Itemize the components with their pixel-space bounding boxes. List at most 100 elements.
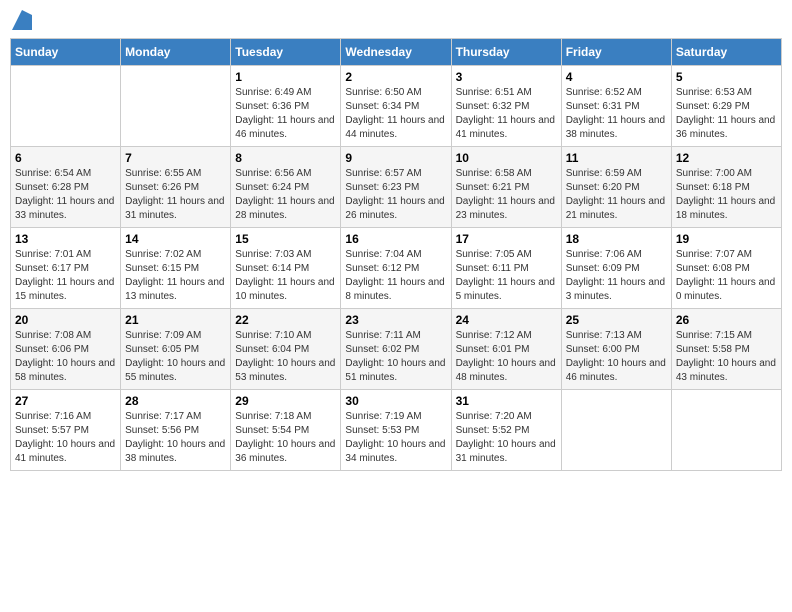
calendar-cell: 20 Sunrise: 7:08 AMSunset: 6:06 PMDaylig… [11, 309, 121, 390]
calendar-cell [561, 390, 671, 471]
calendar-week-row: 13 Sunrise: 7:01 AMSunset: 6:17 PMDaylig… [11, 228, 782, 309]
day-number: 8 [235, 151, 336, 165]
day-number: 15 [235, 232, 336, 246]
day-info: Sunrise: 7:17 AMSunset: 5:56 PMDaylight:… [125, 410, 226, 466]
calendar-cell: 6 Sunrise: 6:54 AMSunset: 6:28 PMDayligh… [11, 147, 121, 228]
day-number: 9 [345, 151, 446, 165]
calendar-cell: 27 Sunrise: 7:16 AMSunset: 5:57 PMDaylig… [11, 390, 121, 471]
day-info: Sunrise: 7:05 AMSunset: 6:11 PMDaylight:… [456, 248, 557, 304]
day-info: Sunrise: 7:20 AMSunset: 5:52 PMDaylight:… [456, 410, 557, 466]
day-number: 31 [456, 394, 557, 408]
calendar-cell: 19 Sunrise: 7:07 AMSunset: 6:08 PMDaylig… [671, 228, 781, 309]
day-number: 30 [345, 394, 446, 408]
day-number: 10 [456, 151, 557, 165]
calendar-week-row: 6 Sunrise: 6:54 AMSunset: 6:28 PMDayligh… [11, 147, 782, 228]
day-number: 14 [125, 232, 226, 246]
day-number: 6 [15, 151, 116, 165]
day-info: Sunrise: 7:03 AMSunset: 6:14 PMDaylight:… [235, 248, 336, 304]
day-info: Sunrise: 6:54 AMSunset: 6:28 PMDaylight:… [15, 167, 116, 223]
day-info: Sunrise: 7:09 AMSunset: 6:05 PMDaylight:… [125, 329, 226, 385]
day-number: 29 [235, 394, 336, 408]
calendar-cell: 10 Sunrise: 6:58 AMSunset: 6:21 PMDaylig… [451, 147, 561, 228]
calendar-cell: 13 Sunrise: 7:01 AMSunset: 6:17 PMDaylig… [11, 228, 121, 309]
day-number: 11 [566, 151, 667, 165]
logo [10, 10, 32, 30]
day-info: Sunrise: 6:50 AMSunset: 6:34 PMDaylight:… [345, 86, 446, 142]
calendar-cell: 12 Sunrise: 7:00 AMSunset: 6:18 PMDaylig… [671, 147, 781, 228]
day-info: Sunrise: 6:53 AMSunset: 6:29 PMDaylight:… [676, 86, 777, 142]
day-info: Sunrise: 7:12 AMSunset: 6:01 PMDaylight:… [456, 329, 557, 385]
day-number: 22 [235, 313, 336, 327]
calendar-cell: 23 Sunrise: 7:11 AMSunset: 6:02 PMDaylig… [341, 309, 451, 390]
calendar-week-row: 1 Sunrise: 6:49 AMSunset: 6:36 PMDayligh… [11, 66, 782, 147]
calendar-week-row: 20 Sunrise: 7:08 AMSunset: 6:06 PMDaylig… [11, 309, 782, 390]
calendar-cell [11, 66, 121, 147]
day-number: 28 [125, 394, 226, 408]
calendar-cell: 22 Sunrise: 7:10 AMSunset: 6:04 PMDaylig… [231, 309, 341, 390]
calendar-header-wednesday: Wednesday [341, 39, 451, 66]
calendar-cell: 15 Sunrise: 7:03 AMSunset: 6:14 PMDaylig… [231, 228, 341, 309]
day-info: Sunrise: 7:08 AMSunset: 6:06 PMDaylight:… [15, 329, 116, 385]
calendar-cell: 31 Sunrise: 7:20 AMSunset: 5:52 PMDaylig… [451, 390, 561, 471]
day-number: 7 [125, 151, 226, 165]
page-header [10, 10, 782, 30]
day-info: Sunrise: 6:58 AMSunset: 6:21 PMDaylight:… [456, 167, 557, 223]
calendar-header-row: SundayMondayTuesdayWednesdayThursdayFrid… [11, 39, 782, 66]
calendar-cell [671, 390, 781, 471]
day-info: Sunrise: 7:13 AMSunset: 6:00 PMDaylight:… [566, 329, 667, 385]
day-info: Sunrise: 7:11 AMSunset: 6:02 PMDaylight:… [345, 329, 446, 385]
day-info: Sunrise: 6:49 AMSunset: 6:36 PMDaylight:… [235, 86, 336, 142]
calendar-cell: 24 Sunrise: 7:12 AMSunset: 6:01 PMDaylig… [451, 309, 561, 390]
calendar-cell: 17 Sunrise: 7:05 AMSunset: 6:11 PMDaylig… [451, 228, 561, 309]
logo-icon [12, 10, 32, 30]
calendar-cell: 11 Sunrise: 6:59 AMSunset: 6:20 PMDaylig… [561, 147, 671, 228]
day-info: Sunrise: 6:57 AMSunset: 6:23 PMDaylight:… [345, 167, 446, 223]
day-number: 23 [345, 313, 446, 327]
day-info: Sunrise: 7:02 AMSunset: 6:15 PMDaylight:… [125, 248, 226, 304]
calendar-cell: 21 Sunrise: 7:09 AMSunset: 6:05 PMDaylig… [121, 309, 231, 390]
calendar-cell: 30 Sunrise: 7:19 AMSunset: 5:53 PMDaylig… [341, 390, 451, 471]
day-info: Sunrise: 7:00 AMSunset: 6:18 PMDaylight:… [676, 167, 777, 223]
day-info: Sunrise: 7:16 AMSunset: 5:57 PMDaylight:… [15, 410, 116, 466]
day-number: 20 [15, 313, 116, 327]
calendar-header-tuesday: Tuesday [231, 39, 341, 66]
day-number: 3 [456, 70, 557, 84]
day-number: 16 [345, 232, 446, 246]
calendar-header-sunday: Sunday [11, 39, 121, 66]
day-number: 12 [676, 151, 777, 165]
day-number: 18 [566, 232, 667, 246]
day-number: 19 [676, 232, 777, 246]
calendar-cell: 14 Sunrise: 7:02 AMSunset: 6:15 PMDaylig… [121, 228, 231, 309]
calendar-cell: 2 Sunrise: 6:50 AMSunset: 6:34 PMDayligh… [341, 66, 451, 147]
day-number: 27 [15, 394, 116, 408]
day-number: 4 [566, 70, 667, 84]
day-info: Sunrise: 7:06 AMSunset: 6:09 PMDaylight:… [566, 248, 667, 304]
day-info: Sunrise: 7:10 AMSunset: 6:04 PMDaylight:… [235, 329, 336, 385]
calendar-cell: 18 Sunrise: 7:06 AMSunset: 6:09 PMDaylig… [561, 228, 671, 309]
calendar-cell: 29 Sunrise: 7:18 AMSunset: 5:54 PMDaylig… [231, 390, 341, 471]
calendar-header-thursday: Thursday [451, 39, 561, 66]
day-number: 21 [125, 313, 226, 327]
calendar-header-saturday: Saturday [671, 39, 781, 66]
calendar-cell: 8 Sunrise: 6:56 AMSunset: 6:24 PMDayligh… [231, 147, 341, 228]
day-info: Sunrise: 6:59 AMSunset: 6:20 PMDaylight:… [566, 167, 667, 223]
calendar-cell: 9 Sunrise: 6:57 AMSunset: 6:23 PMDayligh… [341, 147, 451, 228]
day-info: Sunrise: 6:51 AMSunset: 6:32 PMDaylight:… [456, 86, 557, 142]
calendar-cell: 7 Sunrise: 6:55 AMSunset: 6:26 PMDayligh… [121, 147, 231, 228]
calendar-week-row: 27 Sunrise: 7:16 AMSunset: 5:57 PMDaylig… [11, 390, 782, 471]
calendar-header-monday: Monday [121, 39, 231, 66]
calendar-cell: 1 Sunrise: 6:49 AMSunset: 6:36 PMDayligh… [231, 66, 341, 147]
calendar-table: SundayMondayTuesdayWednesdayThursdayFrid… [10, 38, 782, 471]
day-number: 17 [456, 232, 557, 246]
day-number: 13 [15, 232, 116, 246]
day-info: Sunrise: 6:56 AMSunset: 6:24 PMDaylight:… [235, 167, 336, 223]
day-number: 25 [566, 313, 667, 327]
calendar-cell: 16 Sunrise: 7:04 AMSunset: 6:12 PMDaylig… [341, 228, 451, 309]
calendar-cell [121, 66, 231, 147]
day-info: Sunrise: 6:55 AMSunset: 6:26 PMDaylight:… [125, 167, 226, 223]
day-number: 26 [676, 313, 777, 327]
day-info: Sunrise: 7:07 AMSunset: 6:08 PMDaylight:… [676, 248, 777, 304]
day-info: Sunrise: 6:52 AMSunset: 6:31 PMDaylight:… [566, 86, 667, 142]
day-info: Sunrise: 7:04 AMSunset: 6:12 PMDaylight:… [345, 248, 446, 304]
day-number: 5 [676, 70, 777, 84]
